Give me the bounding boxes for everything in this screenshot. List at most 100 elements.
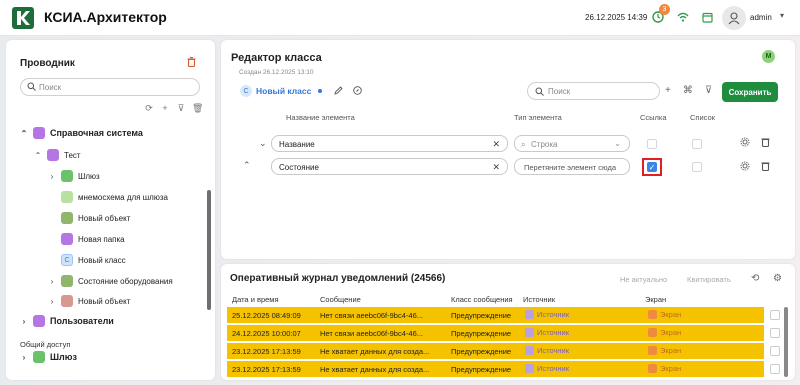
- user-avatar[interactable]: [722, 6, 746, 30]
- link-checkbox[interactable]: [647, 139, 657, 149]
- source-link[interactable]: Источник: [525, 346, 569, 355]
- list-checkbox[interactable]: [692, 162, 702, 172]
- screen-label: Экран: [660, 328, 682, 337]
- screen-link[interactable]: Экран: [648, 328, 681, 337]
- table-row[interactable]: 23.12.2025 17:13:59 Не хватает данных дл…: [227, 343, 764, 359]
- hierarchy-icon[interactable]: ⌘: [683, 85, 693, 96]
- tree-item-gateway[interactable]: › Шлюз: [48, 167, 100, 185]
- screen-icon: [648, 310, 657, 319]
- app-logo-icon[interactable]: [12, 7, 34, 29]
- screen-link[interactable]: Экран: [648, 346, 681, 355]
- tree-item-label: Справочная система: [50, 128, 143, 138]
- tree-item-mnemo[interactable]: мнемосхема для шлюза: [61, 188, 168, 206]
- chevron-down-icon[interactable]: ⌄: [259, 138, 267, 149]
- editor-avatar[interactable]: M: [762, 50, 775, 63]
- trash-icon[interactable]: [761, 137, 770, 149]
- table-row[interactable]: 24.12.2025 10:00:07 Нет связи aeebc06f-9…: [227, 325, 764, 341]
- chevron-down-icon[interactable]: ▾: [780, 11, 784, 20]
- chevron-right-icon[interactable]: ›: [48, 297, 56, 306]
- tree-item-equipment-state[interactable]: › Состояние оборудования: [48, 272, 173, 290]
- settings-icon[interactable]: [740, 137, 750, 149]
- object-icon: [61, 212, 73, 224]
- row-checkbox[interactable]: [770, 328, 780, 338]
- settings-icon[interactable]: [740, 161, 750, 173]
- table-row[interactable]: 25.12.2025 08:49:09 Нет связи aeebc06f-9…: [227, 307, 764, 323]
- screen-label: Экран: [660, 310, 682, 319]
- object-icon: [61, 275, 73, 287]
- add-icon[interactable]: +: [160, 103, 170, 114]
- current-datetime: 26.12.2025 14:39: [585, 13, 648, 22]
- source-link[interactable]: Источник: [525, 364, 569, 373]
- tree-item-label: Новая папка: [78, 234, 125, 244]
- save-button[interactable]: Сохранить: [722, 82, 778, 102]
- tree-item-users[interactable]: › Пользователи: [20, 312, 114, 330]
- class-chip[interactable]: С Новый класс: [240, 85, 363, 97]
- chevron-up-icon[interactable]: ⌃: [243, 160, 251, 171]
- compass-icon[interactable]: [353, 85, 363, 97]
- add-icon[interactable]: +: [665, 85, 671, 96]
- explorer-panel: Проводник Поиск ⟳ + ⊽ 🗑︎ ⌃ Справочная си…: [6, 40, 215, 380]
- row-checkbox[interactable]: [770, 364, 780, 374]
- mnemo-icon: [61, 191, 73, 203]
- history-icon[interactable]: ⟲: [751, 273, 759, 284]
- clear-icon[interactable]: ✕: [492, 162, 500, 173]
- user-name[interactable]: admin: [750, 13, 772, 22]
- row-datetime: 23.12.2025 17:13:59: [232, 365, 301, 374]
- chevron-up-icon[interactable]: ⌃: [20, 129, 28, 138]
- source-link[interactable]: Источник: [525, 328, 569, 337]
- element-type-drop-zone[interactable]: Перетяните элемент сюда: [514, 158, 630, 175]
- refresh-icon[interactable]: ⟳: [144, 103, 154, 114]
- explorer-scrollbar[interactable]: [207, 190, 211, 310]
- tree-item-new-object[interactable]: Новый объект: [61, 209, 130, 227]
- search-icon: ⌕: [521, 140, 526, 149]
- screen-link[interactable]: Экран: [648, 364, 681, 373]
- tree-item-reference-system[interactable]: ⌃ Справочная система: [20, 124, 143, 142]
- element-name-value: Состояние: [279, 163, 319, 172]
- screen-link[interactable]: Экран: [648, 310, 681, 319]
- source-label: Источник: [537, 310, 570, 319]
- edit-icon[interactable]: [334, 85, 343, 97]
- link-checkbox[interactable]: ✓: [647, 162, 657, 172]
- element-type-value: Строка: [531, 140, 558, 149]
- source-link[interactable]: Источник: [525, 310, 569, 319]
- chevron-right-icon[interactable]: ›: [20, 353, 28, 362]
- journal-title: Оперативный журнал уведомлений (24566): [230, 273, 446, 284]
- explorer-search-input[interactable]: Поиск: [20, 78, 200, 96]
- element-name-field[interactable]: Название ✕: [271, 135, 508, 152]
- chevron-right-icon[interactable]: ›: [20, 317, 28, 326]
- not-actual-button[interactable]: Не актуально: [620, 275, 667, 284]
- clear-icon[interactable]: ✕: [492, 139, 500, 150]
- filter-icon[interactable]: ⊽: [705, 85, 712, 96]
- row-message: Нет связи aeebc06f-9bc4-46...: [320, 329, 423, 338]
- element-name-field[interactable]: Состояние ✕: [271, 158, 508, 175]
- trash-icon[interactable]: [761, 161, 770, 173]
- delete-icon[interactable]: [187, 57, 196, 69]
- tree-item-label: Состояние оборудования: [78, 276, 173, 286]
- tree-item-new-class[interactable]: C Новый класс: [61, 251, 126, 269]
- drop-zone-hint: Перетяните элемент сюда: [524, 163, 617, 172]
- filter-icon[interactable]: ⊽: [176, 103, 186, 114]
- tree-item-test[interactable]: ⌃ Тест: [34, 146, 81, 164]
- trash-icon[interactable]: 🗑︎: [192, 103, 203, 114]
- wifi-icon[interactable]: [676, 10, 690, 24]
- row-checkbox[interactable]: [770, 346, 780, 356]
- settings-icon[interactable]: ⚙: [773, 273, 782, 284]
- tree-item-label: Новый объект: [78, 213, 131, 223]
- chevron-right-icon[interactable]: ›: [48, 277, 56, 286]
- editor-toolbar: + ⌘ ⊽: [665, 85, 712, 96]
- acknowledge-button[interactable]: Квитировать: [687, 275, 731, 284]
- row-checkbox[interactable]: [770, 310, 780, 320]
- tree-item-new-folder[interactable]: Новая папка: [61, 230, 125, 248]
- chevron-up-icon[interactable]: ⌃: [34, 151, 42, 160]
- journal-scrollbar[interactable]: [784, 307, 788, 377]
- table-row[interactable]: 23.12.2025 17:13:59 Не хватает данных дл…: [227, 361, 764, 377]
- calendar-icon[interactable]: [700, 10, 714, 24]
- list-checkbox[interactable]: [692, 139, 702, 149]
- purple-folder-icon: [61, 233, 73, 245]
- tree-item-shared-gateway[interactable]: › Шлюз: [20, 348, 77, 366]
- chevron-right-icon[interactable]: ›: [48, 172, 56, 181]
- tree-item-new-object-2[interactable]: › Новый объект: [48, 292, 130, 310]
- element-type-select[interactable]: ⌕ Строка ⌄: [514, 135, 630, 152]
- row-datetime: 23.12.2025 17:13:59: [232, 347, 301, 356]
- editor-search-input[interactable]: Поиск: [527, 82, 660, 100]
